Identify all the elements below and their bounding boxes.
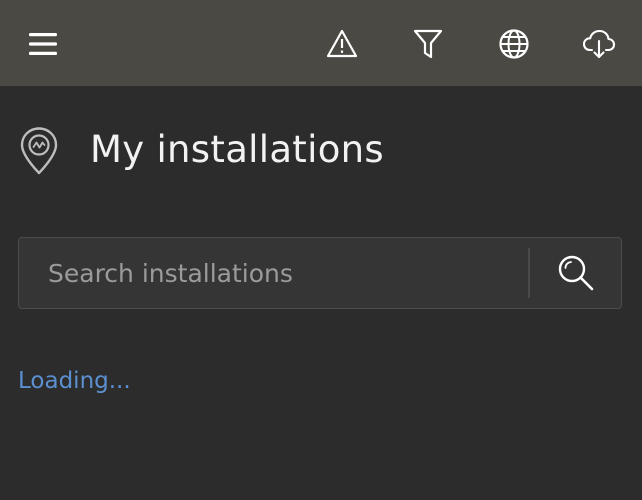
page-title: My installations [90, 128, 384, 171]
top-toolbar [0, 0, 642, 86]
filter-button[interactable] [406, 22, 450, 66]
warning-icon [326, 29, 358, 58]
search-button[interactable] [531, 238, 621, 308]
cloud-download-icon [582, 29, 616, 59]
search-input[interactable] [19, 238, 527, 308]
globe-icon [499, 29, 529, 59]
search-icon [558, 255, 594, 291]
location-pin-icon [20, 127, 58, 175]
download-button[interactable] [577, 22, 621, 66]
language-button[interactable] [492, 22, 536, 66]
search-divider [528, 248, 530, 298]
menu-icon [29, 33, 57, 55]
page-header [18, 126, 60, 176]
filter-icon [413, 29, 443, 59]
loading-status: Loading... [18, 368, 131, 394]
alarms-button[interactable] [320, 22, 364, 66]
search-box [18, 237, 622, 309]
menu-button[interactable] [21, 22, 65, 66]
